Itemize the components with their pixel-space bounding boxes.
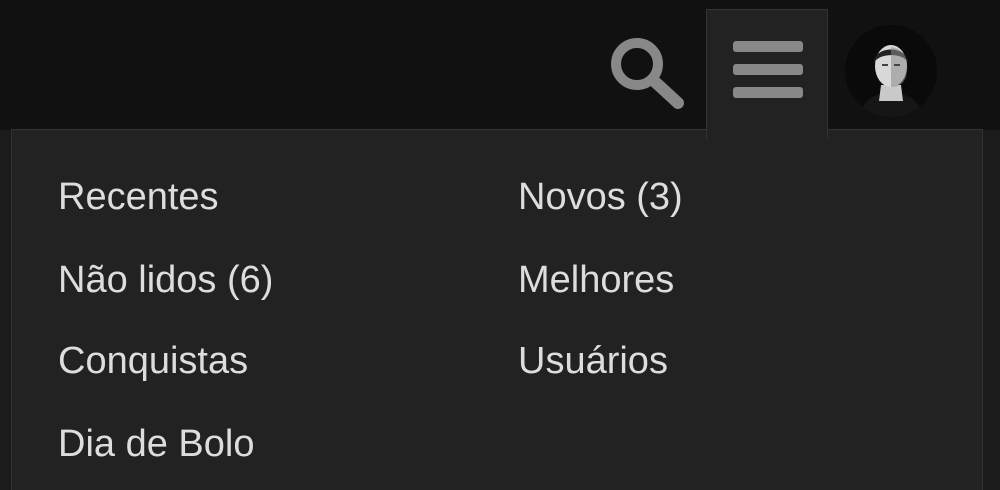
- menu-link-conquistas[interactable]: Conquistas: [58, 339, 248, 383]
- menu-link-nao-lidos[interactable]: Não lidos (6): [58, 258, 273, 302]
- menu-link-recentes[interactable]: Recentes: [58, 175, 219, 219]
- page: Recentes Não lidos (6) Conquistas Dia de…: [0, 0, 1000, 490]
- hamburger-dropdown-panel: Recentes Não lidos (6) Conquistas Dia de…: [11, 129, 983, 490]
- menu-link-usuarios[interactable]: Usuários: [518, 339, 668, 383]
- user-avatar[interactable]: [845, 25, 937, 117]
- search-button[interactable]: [600, 28, 692, 112]
- menu-link-novos[interactable]: Novos (3): [518, 175, 683, 219]
- hamburger-menu-button[interactable]: [706, 9, 828, 139]
- menu-link-melhores[interactable]: Melhores: [518, 258, 674, 302]
- menu-link-dia-de-bolo[interactable]: Dia de Bolo: [58, 422, 254, 466]
- search-icon: [600, 38, 692, 116]
